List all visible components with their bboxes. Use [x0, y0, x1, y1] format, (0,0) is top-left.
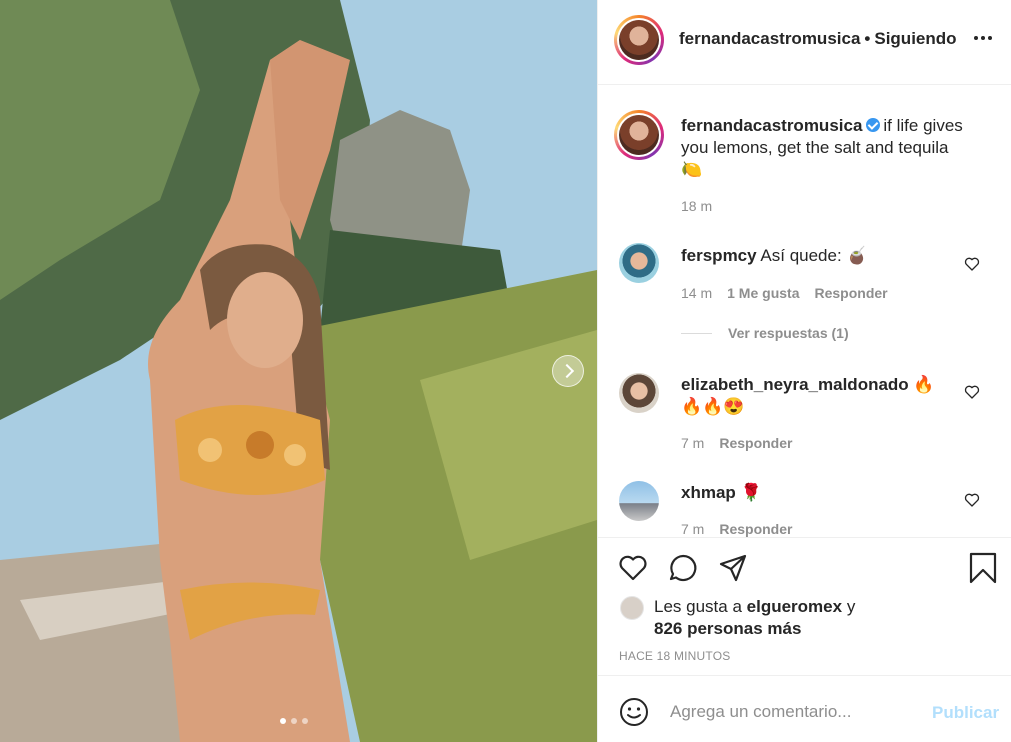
next-photo-button[interactable]	[552, 355, 584, 387]
comment-meta: 7 m Responder	[681, 521, 792, 537]
comment-input[interactable]	[668, 694, 922, 730]
replies-divider	[681, 332, 712, 334]
likes-conj: y	[846, 597, 856, 616]
carousel-dot	[280, 718, 286, 724]
verified-badge-icon	[866, 118, 881, 132]
comment-time[interactable]: 7 m	[681, 521, 704, 537]
post-header: fernandacastromusica • Siguiendo	[598, 0, 1011, 85]
comment-username[interactable]: xhmap	[681, 483, 736, 502]
comment-meta: 7 m Responder	[681, 435, 792, 451]
comment-composer: Publicar	[598, 675, 1011, 742]
instagram-post-view: fernandacastromusica • Siguiendo fernandac…	[0, 0, 1011, 742]
caption-meta: 18 m	[681, 198, 712, 214]
comment-body-line2: 🔥🔥😍	[681, 397, 745, 416]
more-options-icon[interactable]	[974, 36, 992, 40]
comment-body: 🔥	[913, 375, 935, 394]
like-comment-heart-icon[interactable]	[964, 256, 980, 272]
caption-author-avatar[interactable]	[614, 110, 664, 160]
carousel-dot	[302, 718, 308, 724]
post-photo	[0, 0, 597, 742]
like-comment-heart-icon[interactable]	[964, 384, 980, 400]
caption-time[interactable]: 18 m	[681, 198, 712, 214]
reply-button[interactable]: Responder	[719, 521, 792, 537]
post-sidebar: fernandacastromusica • Siguiendo fernandac…	[597, 0, 1011, 742]
comment-bubble-icon[interactable]	[667, 552, 699, 584]
caption-username[interactable]: fernandacastromusica	[681, 116, 862, 135]
like-heart-icon[interactable]	[617, 552, 649, 584]
carousel-dot	[291, 718, 297, 724]
author-avatar[interactable]	[614, 15, 664, 65]
header-author-line: fernandacastromusica • Siguiendo	[679, 29, 957, 49]
comment-likes[interactable]: 1 Me gusta	[727, 285, 799, 301]
emoji-smiley-icon[interactable]	[619, 697, 649, 727]
header-separator: •	[864, 29, 871, 48]
comment-body: 🌹	[740, 483, 762, 502]
comment-avatar[interactable]	[619, 373, 659, 413]
comment-username[interactable]: ferspmcy	[681, 246, 757, 265]
comment-avatar[interactable]	[619, 243, 659, 283]
comment-text: elizabeth_neyra_maldonado 🔥 🔥🔥😍	[681, 374, 951, 418]
like-comment-heart-icon[interactable]	[964, 492, 980, 508]
liker-avatar[interactable]	[620, 596, 644, 620]
author-username[interactable]: fernandacastromusica	[679, 29, 860, 48]
comment-username[interactable]: elizabeth_neyra_maldonado	[681, 375, 909, 394]
post-media[interactable]	[0, 0, 597, 742]
share-paper-plane-icon[interactable]	[717, 552, 749, 584]
publish-button[interactable]: Publicar	[932, 703, 999, 723]
likes-count[interactable]: 826 personas más	[654, 619, 801, 638]
comment-avatar[interactable]	[619, 481, 659, 521]
caption-emoji: 🍋	[681, 160, 703, 179]
comment-time[interactable]: 7 m	[681, 435, 704, 451]
view-replies-label: Ver respuestas (1)	[728, 325, 849, 341]
comment-time[interactable]: 14 m	[681, 285, 712, 301]
post-actions: Les gusta a elgueromex y 826 personas má…	[598, 537, 1011, 675]
carousel-indicator	[280, 718, 308, 724]
comments-list[interactable]: fernandacastromusica if life gives you le…	[598, 85, 1011, 537]
comment-text: xhmap 🌹	[681, 482, 951, 504]
liker-username[interactable]: elgueromex	[747, 597, 842, 616]
likes-text: Les gusta a elgueromex y 826 personas má…	[654, 596, 954, 640]
post-caption: fernandacastromusica if life gives you le…	[681, 115, 981, 181]
post-timestamp[interactable]: HACE 18 MINUTOS	[619, 649, 730, 663]
save-bookmark-icon[interactable]	[967, 552, 999, 584]
comment-body: Así quede: 🧉	[760, 246, 868, 265]
comment-meta: 14 m 1 Me gusta Responder	[681, 285, 888, 301]
likes-prefix: Les gusta a	[654, 597, 742, 616]
following-button[interactable]: Siguiendo	[874, 29, 956, 48]
view-replies-button[interactable]: Ver respuestas (1)	[681, 325, 849, 341]
reply-button[interactable]: Responder	[814, 285, 887, 301]
comment-text: ferspmcy Así quede: 🧉	[681, 245, 951, 267]
reply-button[interactable]: Responder	[719, 435, 792, 451]
